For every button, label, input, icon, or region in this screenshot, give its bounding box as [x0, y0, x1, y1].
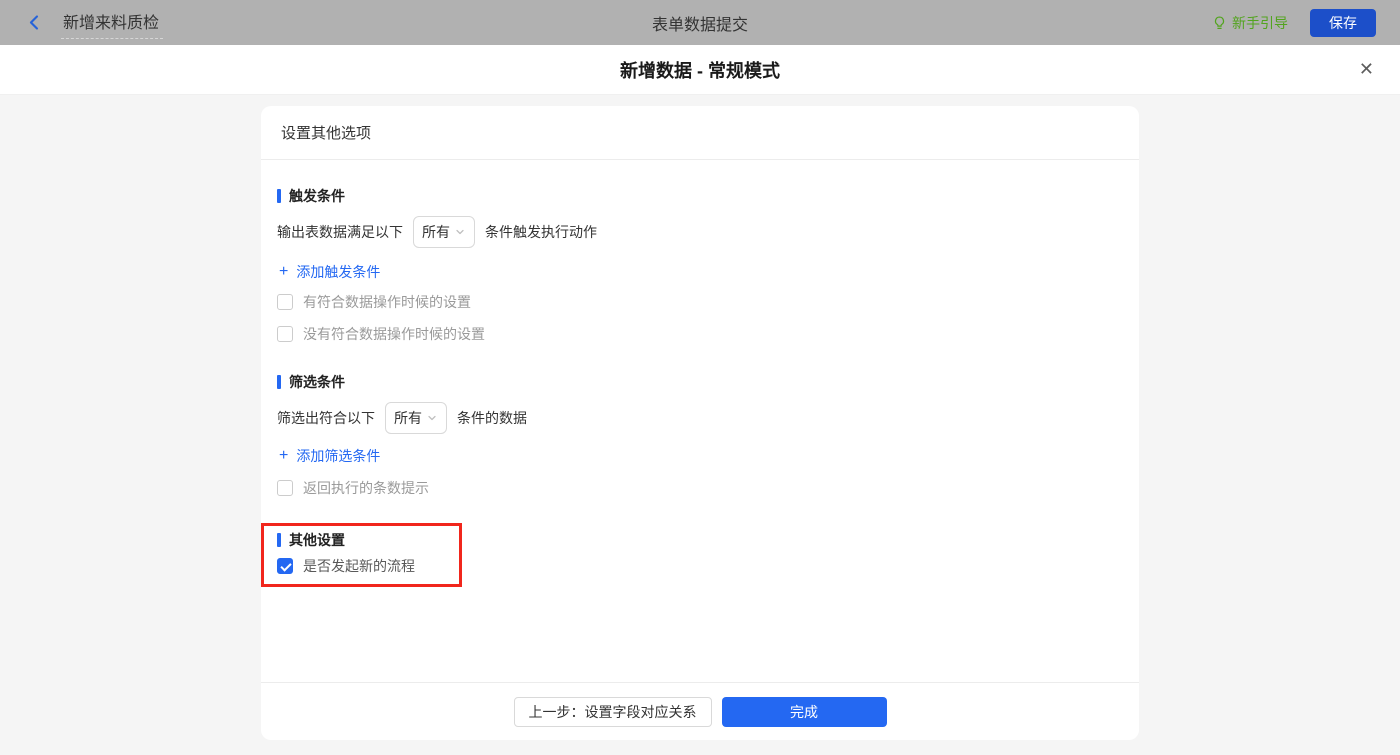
add-filter-condition-link[interactable]: + 添加筛选条件: [277, 446, 1123, 466]
settings-card: 设置其他选项 触发条件 输出表数据满足以下 所有 条件触发执行动作 + 添加触发…: [261, 106, 1139, 740]
checkbox-box[interactable]: [277, 326, 293, 342]
section-accent-bar: [277, 375, 281, 389]
checkbox-start-new-flow[interactable]: 是否发起新的流程: [277, 558, 1123, 574]
checkbox-box-checked[interactable]: [277, 558, 293, 574]
card-footer: 上一步：设置字段对应关系 完成: [261, 682, 1139, 740]
beginner-guide-link[interactable]: 新手引导: [1212, 13, 1288, 33]
trigger-row-prefix: 输出表数据满足以下: [277, 222, 403, 242]
section-title-filter: 筛选条件: [277, 374, 1123, 390]
beginner-guide-label: 新手引导: [1232, 13, 1288, 33]
card-body: 触发条件 输出表数据满足以下 所有 条件触发执行动作 + 添加触发条件 有符合数…: [261, 160, 1139, 682]
checkbox-has-match-settings[interactable]: 有符合数据操作时候的设置: [277, 294, 1123, 310]
section-other-settings: 其他设置 是否发起新的流程: [277, 532, 1123, 574]
modal-title: 新增数据 - 常规模式: [620, 57, 780, 83]
trigger-condition-row: 输出表数据满足以下 所有 条件触发执行动作: [277, 216, 1123, 248]
trigger-row-suffix: 条件触发执行动作: [485, 222, 597, 242]
plus-icon: +: [279, 447, 288, 465]
lightbulb-icon: [1212, 15, 1227, 31]
checkbox-box[interactable]: [277, 294, 293, 310]
checkbox-label: 有符合数据操作时候的设置: [303, 292, 471, 312]
top-bar: 新增来料质检 表单数据提交 新手引导 保存: [0, 0, 1400, 45]
checkbox-return-count-tip[interactable]: 返回执行的条数提示: [277, 480, 1123, 496]
checkbox-box[interactable]: [277, 480, 293, 496]
trigger-condition-select[interactable]: 所有: [413, 216, 475, 248]
filter-condition-row: 筛选出符合以下 所有 条件的数据: [277, 402, 1123, 434]
section-accent-bar: [277, 533, 281, 547]
trigger-select-value: 所有: [422, 222, 450, 242]
filter-condition-select[interactable]: 所有: [385, 402, 447, 434]
checkbox-label: 是否发起新的流程: [303, 556, 415, 576]
chevron-down-icon: [426, 412, 438, 424]
add-filter-label: 添加筛选条件: [296, 446, 380, 466]
filter-row-suffix: 条件的数据: [457, 408, 527, 428]
topbar-center-title: 表单数据提交: [0, 11, 1400, 35]
save-button[interactable]: 保存: [1310, 9, 1376, 37]
checkbox-label: 返回执行的条数提示: [303, 478, 429, 498]
card-header: 设置其他选项: [261, 106, 1139, 160]
filter-select-value: 所有: [394, 408, 422, 428]
done-button[interactable]: 完成: [722, 697, 887, 727]
close-icon[interactable]: ✕: [1359, 58, 1374, 80]
add-trigger-condition-link[interactable]: + 添加触发条件: [277, 262, 1123, 282]
previous-step-button[interactable]: 上一步：设置字段对应关系: [514, 697, 712, 727]
modal-header: 新增数据 - 常规模式 ✕: [0, 45, 1400, 95]
checkbox-label: 没有符合数据操作时候的设置: [303, 324, 485, 344]
add-trigger-label: 添加触发条件: [296, 262, 380, 282]
plus-icon: +: [279, 263, 288, 281]
section-accent-bar: [277, 189, 281, 203]
chevron-down-icon: [454, 226, 466, 238]
section-title-other: 其他设置: [277, 532, 1123, 548]
checkbox-no-match-settings[interactable]: 没有符合数据操作时候的设置: [277, 326, 1123, 342]
section-title-trigger: 触发条件: [277, 188, 1123, 204]
filter-row-prefix: 筛选出符合以下: [277, 408, 375, 428]
